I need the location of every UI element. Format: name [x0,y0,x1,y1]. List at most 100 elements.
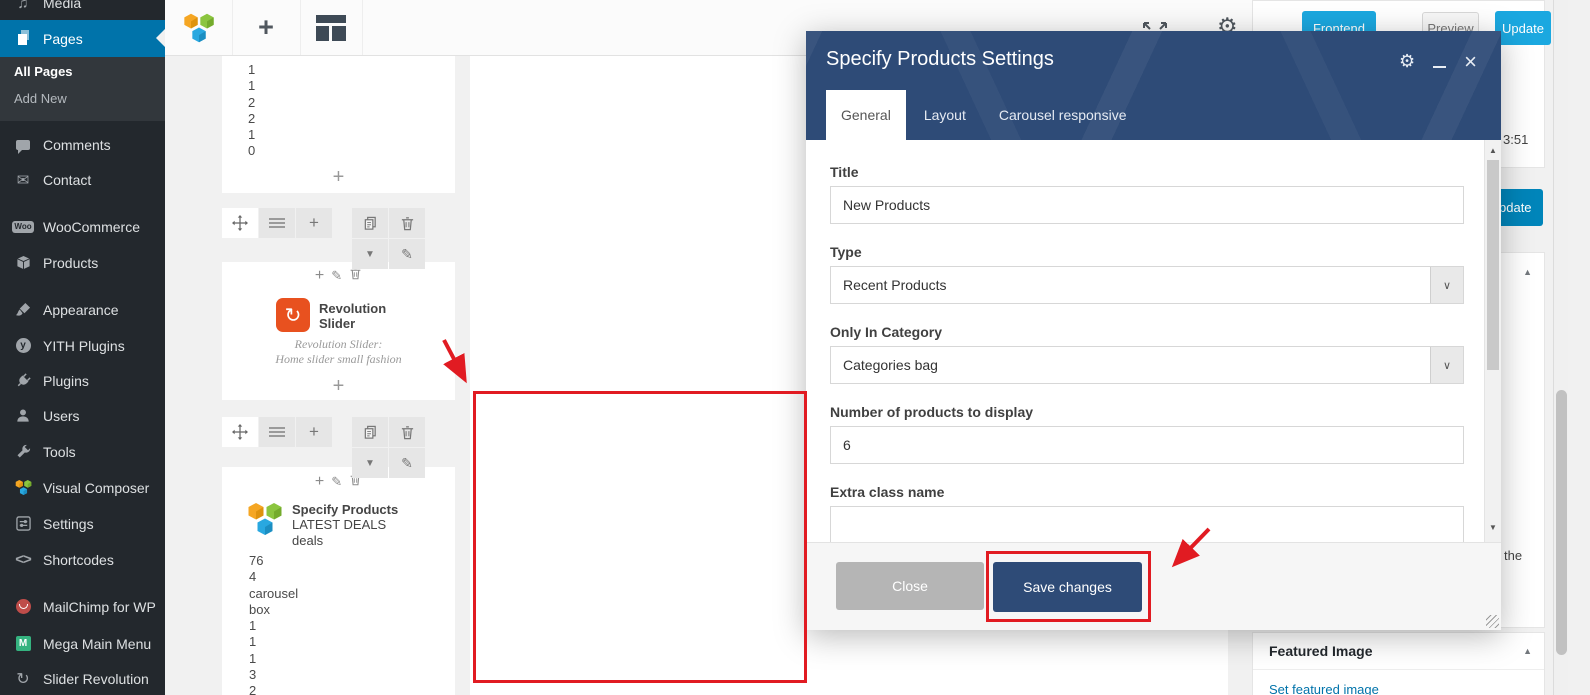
page-scrollbar[interactable] [1553,0,1568,695]
plus-icon: + [258,12,274,43]
edit-pencil-icon[interactable]: ✎ [389,239,425,269]
sidebar-item-plugins[interactable]: Plugins [0,363,165,398]
sidebar-item-pages[interactable]: Pages [0,20,165,57]
vc-logo-icon [183,12,215,44]
sidebar-item-tools[interactable]: Tools [0,434,165,469]
trash-icon[interactable] [389,208,425,238]
sidebar-item-media[interactable]: ♫ Media [0,0,165,19]
sidebar-item-mega-main-menu[interactable]: M Mega Main Menu [0,626,165,661]
sidebar-item-woocommerce[interactable]: Woo WooCommerce [0,209,165,244]
vc-logo-button[interactable] [165,0,233,55]
param-line: 3 [249,667,455,683]
vc-column-block: + ✎ ↻ Revolution Slider Revolution Slide… [222,262,455,400]
modal-scrollbar[interactable]: ▲ ▼ [1484,140,1501,543]
copy-icon[interactable] [352,417,388,447]
featured-image-header[interactable]: Featured Image ▲ [1253,633,1544,670]
param-line: box [249,602,455,618]
add-column-button[interactable]: + [296,417,332,447]
sidebar-item-yith-plugins[interactable]: y YITH Plugins [0,328,165,363]
page-scrollbar-thumb[interactable] [1556,390,1567,655]
active-notch [156,29,165,47]
add-element-button[interactable]: + [222,166,455,189]
collapse-arrow-icon[interactable]: ▲ [1523,646,1532,656]
tab-layout[interactable]: Layout [909,90,981,140]
type-field-label: Type [830,244,1464,260]
vc-column-block: + ✎ Specify Products LATEST DEALS deals … [222,467,455,695]
category-select[interactable]: Categories bag ∨ [830,346,1464,384]
submenu-add-new[interactable]: Add New [0,84,165,111]
count-field-label: Number of products to display [830,404,1464,420]
sidebar-item-label: Mega Main Menu [43,636,151,652]
scroll-up-icon[interactable]: ▲ [1485,142,1501,158]
trash-icon[interactable] [389,417,425,447]
sidebar-item-contact[interactable]: ✉ Contact [0,162,165,197]
param-line: carousel [249,586,455,602]
add-icon[interactable]: + [315,267,324,285]
vc-param-list: 764carouselbox11132 [222,549,455,695]
modal-gear-icon[interactable]: ⚙ [1399,51,1415,72]
param-line: 2 [248,95,455,111]
sidebar-item-settings[interactable]: Settings [0,506,165,541]
sidebar-item-label: Plugins [43,373,89,389]
tab-carousel-responsive[interactable]: Carousel responsive [984,90,1142,140]
drag-move-icon[interactable] [222,208,258,238]
modal-scrollbar-thumb[interactable] [1487,160,1499,370]
mega-menu-icon: M [13,636,33,651]
add-column-button[interactable]: + [296,208,332,238]
sidebar-item-label: Slider Revolution [43,671,149,687]
param-line: 2 [248,111,455,127]
rotate-arrows-icon: ↻ [13,669,33,689]
param-line: 4 [249,569,455,585]
vc-column-block: 112210 + [222,55,455,193]
add-element-button[interactable]: + [222,375,455,398]
class-field-input[interactable] [830,506,1464,543]
modal-resize-handle[interactable] [1486,615,1499,628]
title-field-input[interactable] [830,186,1464,224]
tab-general[interactable]: General [826,90,906,140]
modal-minimize-icon[interactable] [1433,56,1446,68]
add-element-toolbar-button[interactable]: + [232,0,301,55]
yith-icon: y [13,338,33,353]
save-changes-button[interactable]: Save changes [993,562,1142,612]
revolution-slider-icon: ↻ [276,298,310,332]
sidebar-item-comments[interactable]: Comments [0,127,165,162]
param-line: 1 [248,78,455,94]
brush-icon [13,302,33,317]
toggle-caret-icon[interactable]: ▼ [352,448,388,478]
collapse-arrow-icon[interactable]: ▲ [1523,267,1532,277]
set-featured-image-link[interactable]: Set featured image [1269,682,1379,695]
edit-pencil-icon[interactable]: ✎ [331,268,342,284]
edit-pencil-icon[interactable]: ✎ [331,474,342,490]
trash-icon[interactable] [349,267,362,285]
envelope-icon: ✉ [13,171,33,189]
edit-pencil-icon[interactable]: ✎ [389,448,425,478]
modal-close-icon[interactable]: × [1464,55,1477,69]
admin-sidebar: ♫ Media Pages All Pages Add New Comments… [0,0,165,695]
scroll-down-icon[interactable]: ▼ [1485,519,1501,535]
publish-update-button[interactable]: pdate [1496,189,1543,226]
row-layout-icon[interactable] [259,417,295,447]
update-button[interactable]: Update [1495,11,1551,45]
sidebar-item-users[interactable]: Users [0,398,165,433]
modal-header: Specify Products Settings ⚙ × General La… [806,31,1501,140]
sidebar-item-appearance[interactable]: Appearance [0,292,165,327]
submenu-all-pages[interactable]: All Pages [0,57,165,84]
sidebar-item-label: Comments [43,137,111,153]
sidebar-item-products[interactable]: Products [0,245,165,280]
sidebar-item-shortcodes[interactable]: <> Shortcodes [0,542,165,577]
type-select[interactable]: Recent Products ∨ [830,266,1464,304]
revolution-slider-element[interactable]: ↻ Revolution Slider [222,298,455,332]
templates-toolbar-button[interactable] [300,0,363,55]
add-icon[interactable]: + [315,473,324,491]
toggle-caret-icon[interactable]: ▼ [352,239,388,269]
specify-products-element[interactable]: Specify Products LATEST DEALS deals [247,501,455,549]
sidebar-item-visual-composer[interactable]: Visual Composer [0,470,165,505]
sidebar-item-slider-revolution[interactable]: ↻ Slider Revolution [0,661,165,695]
sidebar-item-mailchimp[interactable]: MailChimp for WP [0,589,165,624]
copy-icon[interactable] [352,208,388,238]
vc-cubes-icon [13,479,33,496]
drag-move-icon[interactable] [222,417,258,447]
close-button[interactable]: Close [836,562,984,610]
row-layout-icon[interactable] [259,208,295,238]
count-field-input[interactable] [830,426,1464,464]
